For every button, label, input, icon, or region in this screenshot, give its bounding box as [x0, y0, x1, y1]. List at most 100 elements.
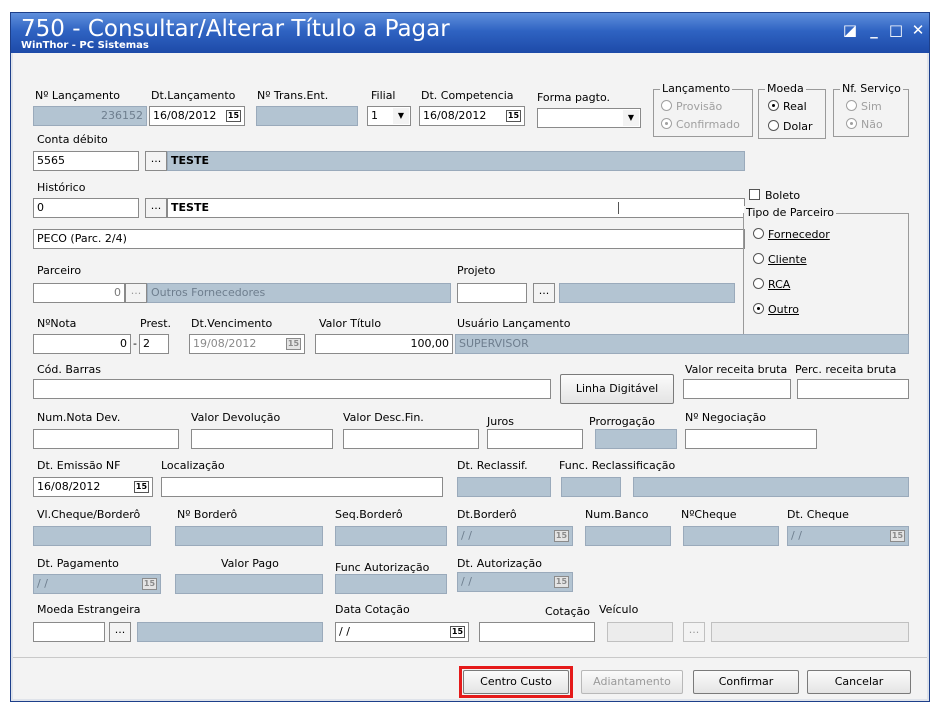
calendar-icon[interactable]: 15: [506, 110, 521, 122]
perc-receita-bruta-field[interactable]: [797, 379, 909, 399]
linha-digitavel-button[interactable]: Linha Digitável: [560, 374, 674, 404]
moeda-group: Moeda Real Dolar: [758, 82, 826, 139]
dt-vencimento-label: Dt.Vencimento: [191, 317, 273, 330]
boleto-checkbox[interactable]: Boleto: [749, 189, 800, 202]
radio-fornecedor[interactable]: Fornecedor: [753, 228, 830, 241]
dt-lancamento-value: 16/08/2012: [153, 109, 217, 122]
window-title: 750 - Consultar/Alterar Título a Pagar: [21, 16, 450, 42]
func-autorizacao-field[interactable]: [335, 574, 447, 594]
moeda-estrangeira-codigo-field[interactable]: [33, 622, 105, 642]
dt-autorizacao-field[interactable]: / / 15: [457, 572, 573, 592]
func-reclassificacao-codigo-field[interactable]: [561, 477, 621, 497]
conta-lookup-button[interactable]: ...: [145, 151, 167, 171]
radio-nao[interactable]: Não: [846, 118, 883, 131]
radio-real[interactable]: Real: [768, 100, 807, 113]
vl-cheque-bordero-field[interactable]: [33, 526, 151, 546]
num-nota-label: NºNota: [37, 317, 77, 330]
forma-pagto-select[interactable]: ▼: [537, 108, 641, 128]
historico-texto-field[interactable]: PECO (Parc. 2/4): [33, 229, 745, 249]
valor-titulo-field[interactable]: 100,00: [315, 334, 453, 354]
adiantamento-button[interactable]: Adiantamento: [581, 670, 683, 694]
projeto-codigo-field[interactable]: [457, 283, 527, 303]
radio-provisao[interactable]: Provisão: [661, 100, 722, 113]
radio-rca[interactable]: RCA: [753, 278, 790, 291]
restore-icon[interactable]: ◪: [839, 19, 861, 41]
dt-lancamento-field[interactable]: 16/08/2012 15: [149, 106, 245, 126]
dt-competencia-field[interactable]: 16/08/2012 15: [419, 106, 525, 126]
num-bordero-field[interactable]: [175, 526, 323, 546]
juros-field[interactable]: [487, 429, 583, 449]
dt-bordero-field[interactable]: / / 15: [457, 526, 573, 546]
parceiro-codigo-field[interactable]: 0: [33, 283, 125, 303]
historico-codigo-field[interactable]: 0: [33, 198, 139, 218]
radio-sim[interactable]: Sim: [846, 100, 882, 113]
valor-desc-fin-field[interactable]: [343, 429, 479, 449]
moeda-estrangeira-nome-field[interactable]: [137, 622, 323, 642]
radio-confirmado[interactable]: Confirmado: [661, 118, 740, 131]
data-cotacao-field[interactable]: / / 15: [335, 622, 469, 642]
prorrogacao-field[interactable]: [595, 429, 677, 449]
calendar-icon[interactable]: 15: [890, 530, 905, 542]
valor-devolucao-field[interactable]: [191, 429, 333, 449]
num-banco-field[interactable]: [585, 526, 671, 546]
calendar-icon[interactable]: 15: [450, 626, 465, 638]
chevron-down-icon[interactable]: ▼: [623, 110, 639, 126]
radio-cliente[interactable]: Cliente: [753, 253, 807, 266]
calendar-icon[interactable]: 15: [554, 576, 569, 588]
historico-lookup-button[interactable]: ...: [145, 198, 167, 218]
usuario-lancamento-field[interactable]: SUPERVISOR: [455, 334, 909, 354]
valor-receita-bruta-field[interactable]: [683, 379, 791, 399]
historico-nome-field[interactable]: TESTE: [167, 198, 745, 218]
dt-cheque-field[interactable]: / / 15: [787, 526, 909, 546]
moeda-lookup-button[interactable]: ...: [109, 622, 131, 642]
radio-dolar[interactable]: Dolar: [768, 120, 813, 133]
dt-cheque-value: / /: [791, 529, 802, 542]
cod-barras-field[interactable]: [33, 379, 551, 399]
func-reclassificacao-nome-field[interactable]: [633, 477, 909, 497]
seq-bordero-field[interactable]: [335, 526, 447, 546]
dt-reclassif-field[interactable]: [457, 477, 551, 497]
calendar-icon[interactable]: 15: [226, 110, 241, 122]
calendar-icon[interactable]: 15: [554, 530, 569, 542]
conta-codigo-field[interactable]: 5565: [33, 151, 139, 171]
num-negociacao-field[interactable]: [685, 429, 817, 449]
maximize-icon[interactable]: □: [885, 19, 907, 41]
localizacao-label: Localização: [161, 459, 225, 472]
cotacao-field[interactable]: [479, 622, 595, 642]
dt-vencimento-field[interactable]: 19/08/2012 15: [189, 334, 305, 354]
dt-emissao-nf-field[interactable]: 16/08/2012 15: [33, 477, 153, 497]
num-cheque-field[interactable]: [683, 526, 779, 546]
dt-pagamento-value: / /: [37, 577, 48, 590]
veiculo-lookup-button[interactable]: ...: [683, 622, 705, 642]
filial-select[interactable]: 1 ▼: [367, 106, 411, 126]
cancelar-button[interactable]: Cancelar: [807, 670, 911, 694]
filial-value: 1: [371, 109, 378, 122]
parceiro-nome-field[interactable]: Outros Fornecedores: [147, 283, 451, 303]
calendar-icon[interactable]: 15: [286, 338, 301, 350]
lancamento-group-title: Lançamento: [660, 82, 733, 95]
func-autorizacao-label: Func Autorização: [335, 561, 430, 574]
title-bar[interactable]: 750 - Consultar/Alterar Título a Pagar W…: [11, 13, 929, 53]
veiculo-codigo-field[interactable]: [607, 622, 673, 642]
num-nota-field[interactable]: 0: [33, 334, 131, 354]
valor-pago-field[interactable]: [175, 574, 323, 594]
prest-field[interactable]: 2: [139, 334, 169, 354]
calendar-icon[interactable]: 15: [142, 578, 157, 590]
chevron-down-icon[interactable]: ▼: [393, 108, 409, 124]
text-cursor: [618, 202, 619, 214]
num-nota-dev-field[interactable]: [33, 429, 179, 449]
parceiro-lookup-button[interactable]: ...: [125, 283, 147, 303]
num-lancamento-field[interactable]: 236152: [33, 106, 147, 126]
minimize-icon[interactable]: _: [863, 19, 885, 41]
veiculo-nome-field[interactable]: [711, 622, 909, 642]
calendar-icon[interactable]: 15: [134, 481, 149, 493]
projeto-lookup-button[interactable]: ...: [533, 283, 555, 303]
localizacao-field[interactable]: [161, 477, 443, 497]
radio-outro[interactable]: Outro: [753, 303, 799, 316]
projeto-nome-field[interactable]: [559, 283, 735, 303]
confirmar-button[interactable]: Confirmar: [693, 670, 799, 694]
num-trans-ent-field[interactable]: [256, 106, 358, 126]
conta-nome-field[interactable]: TESTE: [167, 151, 745, 171]
close-icon[interactable]: ✕: [907, 19, 929, 41]
dt-pagamento-field[interactable]: / / 15: [33, 574, 161, 594]
